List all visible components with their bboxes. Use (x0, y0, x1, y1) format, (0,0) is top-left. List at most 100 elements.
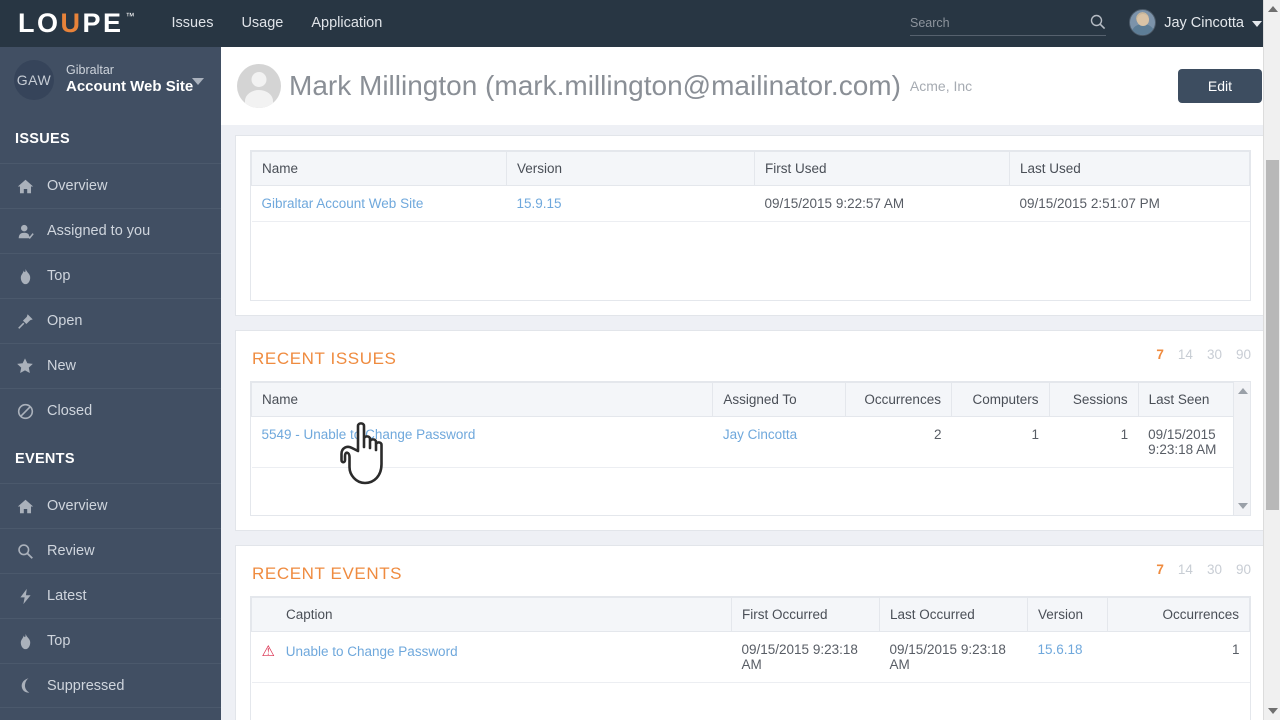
range-option-14[interactable]: 14 (1178, 347, 1193, 362)
no-entry-icon (15, 403, 35, 420)
column-header-first-occurred[interactable]: First Occurred (731, 597, 880, 632)
application-last-used: 09/15/2015 2:51:07 PM (1009, 185, 1250, 222)
topnav-item-usage[interactable]: Usage (241, 0, 283, 47)
column-header-last-used[interactable]: Last Used (1009, 151, 1250, 186)
column-header-version[interactable]: Version (1027, 597, 1108, 632)
applications-card: Name Version First Used Last Used Gibral… (235, 135, 1266, 316)
org-name-line1: Gibraltar (66, 62, 114, 77)
table-filler-row (252, 683, 1250, 720)
column-header-occurrences[interactable]: Occurrences (1107, 597, 1250, 632)
column-header-name[interactable]: Name (251, 151, 507, 186)
pin-icon (15, 313, 35, 330)
sidebar-item-events-overview[interactable]: Overview (0, 483, 221, 528)
sidebar-item-issues-open[interactable]: Open (0, 298, 221, 343)
recent-issues-range-selector: 7 14 30 90 (1156, 347, 1251, 362)
sidebar-item-issues-top[interactable]: Top (0, 253, 221, 298)
lightning-icon (15, 588, 35, 605)
table-empty-space (252, 222, 1250, 300)
table-row: 5549 - Unable to Change Password Jay Cin… (251, 416, 1250, 468)
sidebar-item-assigned-to-you[interactable]: Assigned to you (0, 208, 221, 253)
user-name: Jay Cincotta (1164, 14, 1244, 31)
scroll-up-arrow-icon[interactable] (1238, 387, 1248, 394)
column-header-caption[interactable]: Caption (251, 597, 732, 632)
star-icon (15, 357, 35, 375)
sidebar-item-label: Top (47, 633, 71, 649)
table-header-row: Name Version First Used Last Used (251, 151, 1250, 186)
chevron-down-icon[interactable] (1252, 20, 1262, 27)
table-row: ⚠ Unable to Change Password 09/15/2015 9… (251, 631, 1250, 683)
sidebar-item-issues-new[interactable]: New (0, 343, 221, 388)
topnav-item-issues[interactable]: Issues (172, 0, 214, 47)
org-name-line2: Account Web Site (66, 78, 194, 96)
range-option-90[interactable]: 90 (1236, 347, 1251, 362)
recent-events-range-selector: 7 14 30 90 (1156, 562, 1251, 577)
top-bar: LOUPE ™ Issues Usage Application Jay Cin… (0, 0, 1280, 47)
table-filler-row (252, 467, 1250, 515)
issue-name-link[interactable]: 5549 - Unable to Change Password (251, 416, 713, 468)
sidebar-item-events-latest[interactable]: Latest (0, 573, 221, 618)
scroll-down-arrow-icon[interactable] (1268, 708, 1278, 714)
issue-sessions: 1 (1049, 416, 1139, 468)
page-subtitle: Acme, Inc (909, 78, 973, 94)
column-header-version[interactable]: Version (506, 151, 755, 186)
scroll-down-arrow-icon[interactable] (1238, 503, 1248, 509)
mouse-cursor (340, 422, 383, 485)
event-version-link[interactable]: 15.6.18 (1027, 631, 1108, 683)
issue-assigned-to-link[interactable]: Jay Cincotta (712, 416, 846, 468)
sidebar-item-events-top[interactable]: Top (0, 618, 221, 663)
sidebar-item-label: New (47, 358, 77, 374)
sidebar-item-events-review[interactable]: Review (0, 528, 221, 573)
page-scrollbar-thumb[interactable] (1266, 160, 1279, 510)
org-selector[interactable]: GAW Gibraltar Account Web Site (0, 47, 221, 113)
issue-occurrences: 2 (845, 416, 952, 468)
column-header-occurrences[interactable]: Occurrences (844, 381, 952, 417)
range-option-14[interactable]: 14 (1178, 562, 1193, 577)
range-option-90[interactable]: 90 (1236, 562, 1251, 577)
chevron-down-icon[interactable] (192, 78, 204, 85)
app-logo[interactable]: LOUPE ™ (18, 10, 136, 37)
recent-events-card: RECENT EVENTS 7 14 30 90 Caption First O… (235, 545, 1266, 720)
issues-table-scrollbar[interactable] (1233, 381, 1250, 515)
sidebar-item-issues-overview[interactable]: Overview (0, 163, 221, 208)
flame-icon (15, 633, 35, 650)
table-empty-space (252, 467, 1250, 515)
sidebar-item-label: Assigned to you (47, 223, 151, 239)
column-header-name[interactable]: Name (250, 381, 714, 417)
user-menu[interactable]: Jay Cincotta (1129, 9, 1262, 36)
sidebar-item-issues-closed[interactable]: Closed (0, 388, 221, 433)
column-header-computers[interactable]: Computers (950, 381, 1050, 417)
column-header-assigned-to[interactable]: Assigned To (712, 381, 846, 417)
application-name-link[interactable]: Gibraltar Account Web Site (251, 185, 507, 222)
sidebar-item-label: Review (47, 543, 95, 559)
sidebar: GAW Gibraltar Account Web Site ISSUES Ov… (0, 47, 221, 720)
sidebar-item-label: Closed (47, 403, 93, 419)
user-check-icon (15, 223, 35, 240)
event-caption-link[interactable]: Unable to Change Password (286, 644, 458, 659)
scroll-up-arrow-icon[interactable] (1268, 6, 1278, 12)
column-header-first-used[interactable]: First Used (754, 151, 1010, 186)
range-option-7[interactable]: 7 (1156, 347, 1164, 362)
range-option-30[interactable]: 30 (1207, 347, 1222, 362)
search-input[interactable] (910, 16, 1075, 30)
page-scrollbar[interactable] (1263, 0, 1280, 720)
table-header-row: Name Assigned To Occurrences Computers S… (250, 381, 1251, 417)
sidebar-section-title-events: EVENTS (15, 451, 75, 467)
table-header-row: Caption First Occurred Last Occurred Ver… (251, 597, 1250, 632)
range-option-30[interactable]: 30 (1207, 562, 1222, 577)
column-header-last-occurred[interactable]: Last Occurred (879, 597, 1028, 632)
recent-issues-table-wrapper: Name Assigned To Occurrences Computers S… (250, 380, 1251, 516)
application-version-link[interactable]: 15.9.15 (506, 185, 755, 222)
recent-events-title: RECENT EVENTS (252, 564, 403, 583)
sidebar-item-events-suppressed[interactable]: Suppressed (0, 663, 221, 708)
range-option-7[interactable]: 7 (1156, 562, 1164, 577)
application-first-used: 09/15/2015 9:22:57 AM (754, 185, 1010, 222)
edit-button[interactable]: Edit (1177, 69, 1262, 103)
org-labels: Gibraltar Account Web Site (66, 63, 193, 97)
logo-accent-letter: U (60, 8, 83, 38)
search-icon[interactable] (1090, 14, 1106, 35)
topnav-item-application[interactable]: Application (311, 0, 382, 47)
avatar (237, 64, 281, 108)
column-header-sessions[interactable]: Sessions (1048, 381, 1139, 417)
sidebar-item-label: Overview (47, 178, 108, 194)
search-box[interactable] (910, 11, 1106, 36)
